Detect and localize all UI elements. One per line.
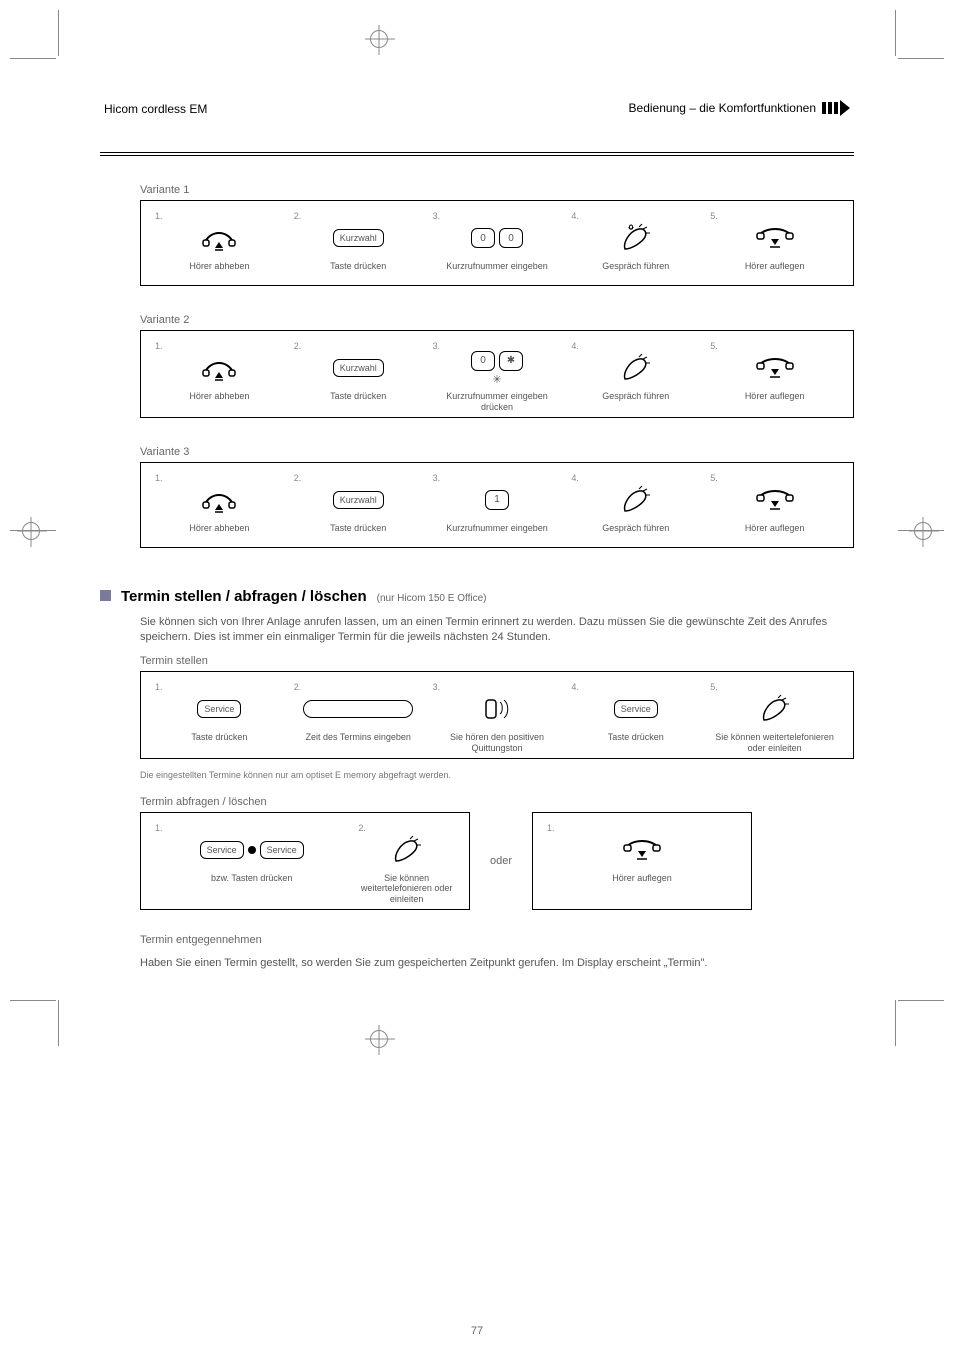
operation-box: 1. Service Taste drücken 2. Zeit des Ter… xyxy=(140,671,854,759)
lamp-icon xyxy=(248,846,256,854)
lift-handset-icon xyxy=(201,354,237,382)
digit-key-icon: 1 xyxy=(485,490,509,510)
key-icon: Kurzwahl xyxy=(333,229,384,247)
running-header: Hicom cordless EM Bedienung – die Komfor… xyxy=(100,100,854,122)
key-icon: Kurzwahl xyxy=(333,359,384,377)
digit-key-icon: 0 xyxy=(499,228,523,248)
digit-key-icon: 0 xyxy=(471,351,495,371)
operation-box: 1. Hörer auflegen xyxy=(532,812,752,910)
key-icon: Service xyxy=(614,700,658,718)
star-key-icon: ✱ xyxy=(499,351,523,371)
talk-icon xyxy=(390,835,424,865)
talk-icon xyxy=(619,223,653,253)
ringing-phone-icon xyxy=(480,694,514,724)
operation-box: 1. Hörer abheben 2. Kurzwahl Taste drück… xyxy=(140,200,854,286)
header-right: Bedienung – die Komfortfunktionen xyxy=(629,101,816,115)
section-title: Termin stellen / abfragen / löschen xyxy=(121,588,367,605)
page-number: 77 xyxy=(471,1325,483,1337)
lift-handset-icon xyxy=(201,224,237,252)
operation-box: 1. Hörer abheben 2. Kurzwahl Taste drück… xyxy=(140,462,854,548)
subsection-label: Termin stellen xyxy=(140,655,854,667)
note-text: Die eingestellten Termine können nur am … xyxy=(140,769,854,782)
operation-box: 1. Service Service bzw. Tasten drücken 2… xyxy=(140,812,470,910)
section-header: Termin stellen / abfragen / löschen (nur… xyxy=(100,588,854,605)
key-icon: Service xyxy=(260,841,304,859)
operation-box: 1. Hörer abheben 2. Kurzwahl Taste drück… xyxy=(140,330,854,418)
variant-label: Variante 2 xyxy=(140,314,854,326)
key-icon: Service xyxy=(197,700,241,718)
hangup-icon xyxy=(755,355,795,381)
variant-label: Variante 3 xyxy=(140,446,854,458)
digit-key-icon: 0 xyxy=(471,228,495,248)
input-field-icon xyxy=(303,700,413,718)
section-bullet-icon xyxy=(100,590,111,601)
body-text: Haben Sie einen Termin gestellt, so werd… xyxy=(140,956,854,971)
star-icon: ✳ xyxy=(492,373,501,386)
talk-icon xyxy=(619,353,653,383)
page-content: Hicom cordless EM Bedienung – die Komfor… xyxy=(100,100,854,977)
subsection-label: Termin entgegennehmen xyxy=(140,934,854,946)
subsection-label: Termin abfragen / löschen xyxy=(140,796,854,808)
lift-handset-icon xyxy=(201,486,237,514)
key-icon: Service xyxy=(200,841,244,859)
variant-label: Variante 1 xyxy=(140,184,854,196)
or-label: oder xyxy=(490,855,512,867)
section-note: (nur Hicom 150 E Office) xyxy=(377,593,487,604)
hangup-icon xyxy=(755,487,795,513)
hangup-icon xyxy=(622,837,662,863)
header-left: Hicom cordless EM xyxy=(104,102,207,116)
talk-icon xyxy=(758,694,792,724)
intro-text: Sie können sich von Ihrer Anlage anrufen… xyxy=(140,615,854,646)
continuation-arrow-icon xyxy=(822,100,850,116)
key-icon: Kurzwahl xyxy=(333,491,384,509)
hangup-icon xyxy=(755,225,795,251)
talk-icon xyxy=(619,485,653,515)
